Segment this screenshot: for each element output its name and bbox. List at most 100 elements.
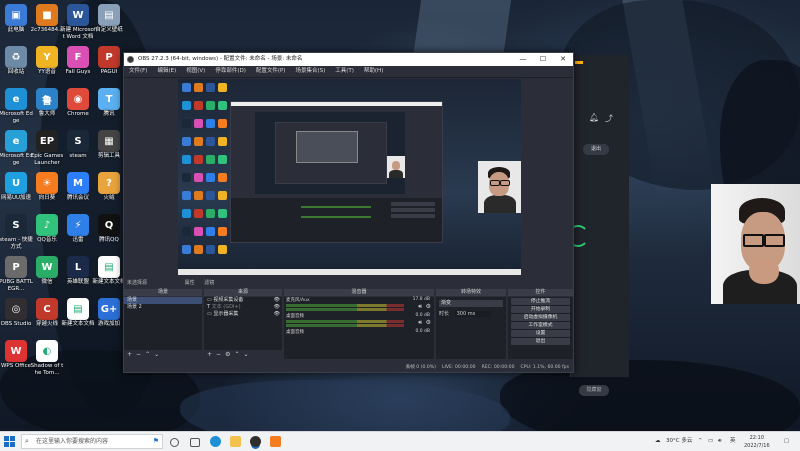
preview-desktop-icon xyxy=(182,137,191,146)
menu-item[interactable]: 配置文件(P) xyxy=(256,66,286,77)
menu-item[interactable]: 帮助(H) xyxy=(364,66,383,77)
bell-icon[interactable]: 🔔︎ xyxy=(589,113,599,122)
add-source-button[interactable]: + xyxy=(207,350,212,359)
preview-desktop-icon xyxy=(194,119,203,128)
desktop-icon[interactable]: ▤ 自定义壁纸 xyxy=(91,4,127,34)
visibility-eye-icon[interactable]: 👁︎ xyxy=(274,304,280,311)
filters-button[interactable]: 滤镜 xyxy=(204,280,214,286)
menu-item[interactable]: 文件(F) xyxy=(129,66,147,77)
desktop-icon[interactable]: Q 腾讯QQ xyxy=(91,214,127,244)
file-explorer-icon[interactable] xyxy=(230,436,241,447)
gear-icon[interactable]: ⚙ xyxy=(426,303,431,310)
speaker-icon[interactable]: 🔊︎ xyxy=(418,319,422,327)
share-icon[interactable]: ⤴ xyxy=(605,113,613,124)
remove-source-button[interactable]: − xyxy=(216,350,221,359)
obs-logo-icon xyxy=(127,56,134,63)
gear-icon[interactable]: ⚙ xyxy=(225,350,230,359)
obs-preview-canvas[interactable] xyxy=(178,79,521,275)
taskbar-search-input[interactable]: ⌕ 在这里输入你要搜索的内容 ⚑ xyxy=(21,434,163,449)
transitions-dock-title: 转场特效 xyxy=(436,289,506,296)
control-button[interactable]: 启动虚拟摄像机 xyxy=(511,314,570,321)
transition-select[interactable]: 渐变 xyxy=(439,300,503,307)
app-icon: ◐ xyxy=(36,340,58,362)
menu-item[interactable]: 编辑(E) xyxy=(157,66,176,77)
desktop-icon[interactable]: G+ 游戏加加 xyxy=(91,298,127,328)
move-down-icon[interactable]: ⌄ xyxy=(154,350,159,359)
duration-field[interactable]: 300 ms xyxy=(454,311,491,317)
preview-desktop-icon xyxy=(206,155,215,164)
move-down-icon[interactable]: ⌄ xyxy=(243,350,248,359)
network-icon[interactable]: ▭ xyxy=(708,432,713,451)
menu-item[interactable]: 场景集合(S) xyxy=(295,66,325,77)
weather-icon[interactable]: ☁ xyxy=(655,432,661,451)
scene-item[interactable]: 场景 2 xyxy=(124,304,202,311)
obs-taskbar-icon[interactable] xyxy=(250,436,261,447)
preview-desktop-icon xyxy=(194,245,203,254)
close-button[interactable]: ✕ xyxy=(553,53,573,66)
app-icon: ◉ xyxy=(67,88,89,110)
pin-icon[interactable] xyxy=(575,61,583,64)
preview-webcam-source[interactable] xyxy=(478,161,521,213)
source-item-video-capture[interactable]: ▭ 视频采集设备 👁︎ xyxy=(204,297,282,304)
desktop-icon-label: 腾讯QQ xyxy=(99,237,119,243)
gear-icon[interactable]: ⚙ xyxy=(426,319,431,326)
control-button[interactable]: 退出 xyxy=(511,338,570,345)
visibility-eye-icon[interactable]: 👁︎ xyxy=(274,297,280,304)
control-button[interactable]: 开始录制 xyxy=(511,306,570,313)
bg-exit-button[interactable]: 退出 xyxy=(583,144,609,155)
add-scene-button[interactable]: + xyxy=(127,350,132,359)
input-language[interactable]: 英 xyxy=(730,432,736,451)
speaker-icon[interactable]: 🔊︎ xyxy=(418,303,422,311)
move-up-icon[interactable]: ⌃ xyxy=(145,350,150,359)
source-item-display-capture[interactable]: ▭ 显示器采集 👁︎ xyxy=(204,311,282,318)
tray-arrow-icon[interactable]: ⌃ xyxy=(698,432,703,451)
minimize-button[interactable]: — xyxy=(513,53,533,66)
source-item-text[interactable]: T 文本 (GDI+) 👁︎ xyxy=(204,304,282,311)
mixer-channel: 麦克风/Aux 17.8 dB 🔊︎ ⚙ xyxy=(286,297,431,311)
edge-taskbar-icon[interactable] xyxy=(210,436,221,447)
desktop-icon[interactable]: ? 火绒 xyxy=(91,172,127,202)
clock[interactable]: 22:10 2022/7/16 xyxy=(744,434,770,450)
desktop-icon[interactable]: P PAGUI xyxy=(91,46,127,76)
preview-desktop-icon xyxy=(206,119,215,128)
notification-icon[interactable]: ▢ xyxy=(784,432,789,451)
move-up-icon[interactable]: ⌃ xyxy=(234,350,239,359)
preview-desktop-icon xyxy=(218,209,227,218)
sources-list[interactable]: ▭ 视频采集设备 👁︎ T 文本 (GDI+) 👁︎ ▭ 显示器采集 👁︎ xyxy=(204,297,282,350)
nested-preview xyxy=(255,112,405,194)
weather-text[interactable]: 30°C 多云 xyxy=(666,432,692,451)
remove-scene-button[interactable]: − xyxy=(136,350,141,359)
preview-taskbar xyxy=(178,269,521,275)
properties-button[interactable]: 属性 xyxy=(185,280,195,286)
volume-icon[interactable]: 🔊︎ xyxy=(718,432,721,451)
app-taskbar-icon[interactable] xyxy=(270,436,281,447)
task-view-icon[interactable] xyxy=(170,438,179,447)
obs-titlebar[interactable]: OBS 27.2.3 (64-bit, windows) - 配置文件: 未命名… xyxy=(124,53,573,66)
control-button[interactable]: 停止推流 xyxy=(511,298,570,305)
control-button[interactable]: 设置 xyxy=(511,330,570,337)
mixer-dock-title: 混音器 xyxy=(284,289,434,296)
scenes-list[interactable]: 场景 场景 2 xyxy=(124,297,202,350)
preview-desktop-icon xyxy=(218,227,227,236)
visibility-eye-icon[interactable]: 👁︎ xyxy=(274,311,280,318)
preview-desktop-icon xyxy=(218,137,227,146)
bg-secondary-button[interactable]: 隐藏窗 xyxy=(579,385,609,396)
desktop-icon[interactable]: ◐ Shadow of the Tom... xyxy=(29,340,65,376)
app-icon: F xyxy=(67,46,89,68)
task-view-button-icon[interactable] xyxy=(190,438,200,447)
maximize-button[interactable]: ☐ xyxy=(533,53,553,66)
obs-window[interactable]: OBS 27.2.3 (64-bit, windows) - 配置文件: 未命名… xyxy=(123,52,574,373)
app-icon: G+ xyxy=(98,298,120,320)
desktop-icon[interactable]: ▤ 新建文本文档 xyxy=(91,256,127,286)
desktop-icon[interactable]: ▦ 剪辑工具 xyxy=(91,130,127,160)
control-button[interactable]: 工作室模式 xyxy=(511,322,570,329)
menu-item[interactable]: 停靠部件(D) xyxy=(215,66,246,77)
desktop-icon-label: 新建文本文档 xyxy=(92,279,126,285)
menu-item[interactable]: 工具(T) xyxy=(335,66,354,77)
app-icon: ? xyxy=(98,172,120,194)
desktop-icon[interactable]: T 腾讯 xyxy=(91,88,127,118)
preview-desktop-icon xyxy=(218,191,227,200)
start-button[interactable] xyxy=(4,436,15,447)
scene-item[interactable]: 场景 xyxy=(124,297,202,304)
menu-item[interactable]: 视图(V) xyxy=(186,66,205,77)
